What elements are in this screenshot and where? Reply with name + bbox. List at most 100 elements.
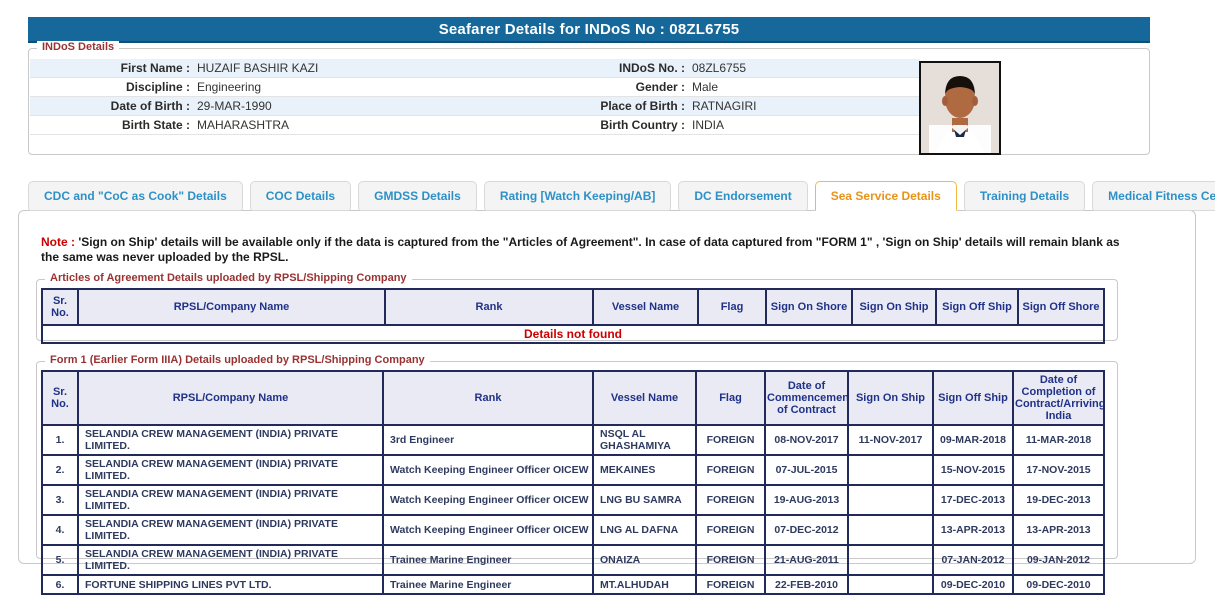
- cell-completion-date: 11-MAR-2018: [1013, 425, 1104, 455]
- sea-service-panel: Note : 'Sign on Ship' details will be av…: [18, 210, 1196, 564]
- field-label: First Name :: [30, 59, 190, 77]
- cell-sign-off-ship: 09-DEC-2010: [933, 575, 1013, 594]
- column-header: Sign On Ship: [852, 289, 936, 325]
- field-value: RATNAGIRI: [685, 97, 920, 115]
- indos-details-legend: INDoS Details: [37, 41, 119, 53]
- cell-flag: FOREIGN: [696, 545, 765, 575]
- note-text: 'Sign on Ship' details will be available…: [41, 235, 1120, 264]
- cell-company: SELANDIA CREW MANAGEMENT (INDIA) PRIVATE…: [78, 425, 383, 455]
- cell-flag: FOREIGN: [696, 425, 765, 455]
- cell-sign-on-ship: [848, 455, 933, 485]
- cell-vessel: LNG AL DAFNA: [593, 515, 696, 545]
- table-row: 5. SELANDIA CREW MANAGEMENT (INDIA) PRIV…: [42, 545, 1104, 575]
- column-header: Sign Off Ship: [933, 371, 1013, 425]
- column-header: Sr. No.: [42, 289, 78, 325]
- column-header: Date of Commencement of Contract: [765, 371, 848, 425]
- cell-rank: Trainee Marine Engineer: [383, 545, 593, 575]
- tab-sea-service-details[interactable]: Sea Service Details: [815, 181, 957, 211]
- seafarer-photo-image: [921, 63, 999, 153]
- field-value: Engineering: [190, 78, 570, 96]
- field-label: Place of Birth :: [570, 97, 685, 115]
- field-value: INDIA: [685, 116, 920, 134]
- page-title: Seafarer Details for INDoS No : 08ZL6755: [439, 21, 740, 38]
- field-label: Gender :: [570, 78, 685, 96]
- form1-table-legend: Form 1 (Earlier Form IIIA) Details uploa…: [45, 354, 430, 366]
- field-value: 08ZL6755: [685, 59, 920, 77]
- column-header: Flag: [698, 289, 766, 325]
- cell-flag: FOREIGN: [696, 575, 765, 594]
- table-row: 2. SELANDIA CREW MANAGEMENT (INDIA) PRIV…: [42, 455, 1104, 485]
- tab-medical-fitness-certificate[interactable]: Medical Fitness Certificate: [1092, 181, 1215, 211]
- cell-sr-no: 5.: [42, 545, 78, 575]
- field-label: INDoS No. :: [570, 59, 685, 77]
- table-header-row: Sr. No. RPSL/Company Name Rank Vessel Na…: [42, 371, 1104, 425]
- cell-commencement-date: 22-FEB-2010: [765, 575, 848, 594]
- cell-completion-date: 09-JAN-2012: [1013, 545, 1104, 575]
- indos-details-grid: First Name : HUZAIF BASHIR KAZI INDoS No…: [30, 59, 920, 135]
- cell-rank: 3rd Engineer: [383, 425, 593, 455]
- detail-row-birth-state: Birth State : MAHARASHTRA Birth Country …: [30, 116, 920, 135]
- cell-sr-no: 4.: [42, 515, 78, 545]
- cell-sign-on-ship: [848, 545, 933, 575]
- detail-row-name: First Name : HUZAIF BASHIR KAZI INDoS No…: [30, 59, 920, 78]
- tab-rating-watch-keeping-ab[interactable]: Rating [Watch Keeping/AB]: [484, 181, 672, 211]
- cell-company: SELANDIA CREW MANAGEMENT (INDIA) PRIVATE…: [78, 485, 383, 515]
- tab-dc-endorsement[interactable]: DC Endorsement: [678, 181, 807, 211]
- seafarer-photo: [919, 61, 1001, 155]
- column-header: Sign Off Shore: [1018, 289, 1104, 325]
- cell-sign-off-ship: 17-DEC-2013: [933, 485, 1013, 515]
- column-header: RPSL/Company Name: [78, 289, 385, 325]
- cell-completion-date: 13-APR-2013: [1013, 515, 1104, 545]
- cell-company: SELANDIA CREW MANAGEMENT (INDIA) PRIVATE…: [78, 515, 383, 545]
- cell-sign-off-ship: 07-JAN-2012: [933, 545, 1013, 575]
- cell-commencement-date: 07-DEC-2012: [765, 515, 848, 545]
- table-header-row: Sr. No. RPSL/Company Name Rank Vessel Na…: [42, 289, 1104, 325]
- form1-section: Form 1 (Earlier Form IIIA) Details uploa…: [36, 361, 1118, 559]
- cell-flag: FOREIGN: [696, 455, 765, 485]
- field-label: Discipline :: [30, 78, 190, 96]
- field-value: 29-MAR-1990: [190, 97, 570, 115]
- cell-completion-date: 17-NOV-2015: [1013, 455, 1104, 485]
- cell-sign-on-ship: [848, 515, 933, 545]
- column-header: Flag: [696, 371, 765, 425]
- cell-sign-off-ship: 09-MAR-2018: [933, 425, 1013, 455]
- field-value: MAHARASHTRA: [190, 116, 570, 134]
- tab-training-details[interactable]: Training Details: [964, 181, 1085, 211]
- cell-sr-no: 1.: [42, 425, 78, 455]
- cell-sign-on-ship: 11-NOV-2017: [848, 425, 933, 455]
- cell-vessel: ONAIZA: [593, 545, 696, 575]
- detail-row-discipline: Discipline : Engineering Gender : Male: [30, 78, 920, 97]
- field-value: HUZAIF BASHIR KAZI: [190, 59, 570, 77]
- cell-vessel: MEKAINES: [593, 455, 696, 485]
- column-header: Sign Off Ship: [936, 289, 1018, 325]
- details-not-found-message: Details not found: [42, 325, 1104, 343]
- cell-vessel: MT.ALHUDAH: [593, 575, 696, 594]
- tab-bar: CDC and "CoC as Cook" Details COC Detail…: [28, 181, 1215, 211]
- column-header: Sign On Shore: [766, 289, 852, 325]
- page-header: Seafarer Details for INDoS No : 08ZL6755: [28, 17, 1150, 43]
- cell-sign-on-ship: [848, 485, 933, 515]
- cell-company: SELANDIA CREW MANAGEMENT (INDIA) PRIVATE…: [78, 455, 383, 485]
- column-header: Rank: [385, 289, 593, 325]
- cell-completion-date: 09-DEC-2010: [1013, 575, 1104, 594]
- column-header: Rank: [383, 371, 593, 425]
- cell-sign-on-ship: [848, 575, 933, 594]
- tab-coc-details[interactable]: COC Details: [250, 181, 351, 211]
- cell-sign-off-ship: 13-APR-2013: [933, 515, 1013, 545]
- field-value: Male: [685, 78, 920, 96]
- tab-gmdss-details[interactable]: GMDSS Details: [358, 181, 477, 211]
- sign-on-ship-note: Note : 'Sign on Ship' details will be av…: [41, 235, 1129, 265]
- tab-cdc-coc-cook-details[interactable]: CDC and "CoC as Cook" Details: [28, 181, 243, 211]
- field-label: Date of Birth :: [30, 97, 190, 115]
- cell-commencement-date: 07-JUL-2015: [765, 455, 848, 485]
- detail-row-birth-date: Date of Birth : 29-MAR-1990 Place of Bir…: [30, 97, 920, 116]
- empty-row: Details not found: [42, 325, 1104, 343]
- note-prefix: Note :: [41, 235, 75, 249]
- table-row: 3. SELANDIA CREW MANAGEMENT (INDIA) PRIV…: [42, 485, 1104, 515]
- cell-flag: FOREIGN: [696, 485, 765, 515]
- table-row: 1. SELANDIA CREW MANAGEMENT (INDIA) PRIV…: [42, 425, 1104, 455]
- field-label: Birth Country :: [570, 116, 685, 134]
- table-row: 6. FORTUNE SHIPPING LINES PVT LTD. Train…: [42, 575, 1104, 594]
- cell-sr-no: 3.: [42, 485, 78, 515]
- column-header: Sr. No.: [42, 371, 78, 425]
